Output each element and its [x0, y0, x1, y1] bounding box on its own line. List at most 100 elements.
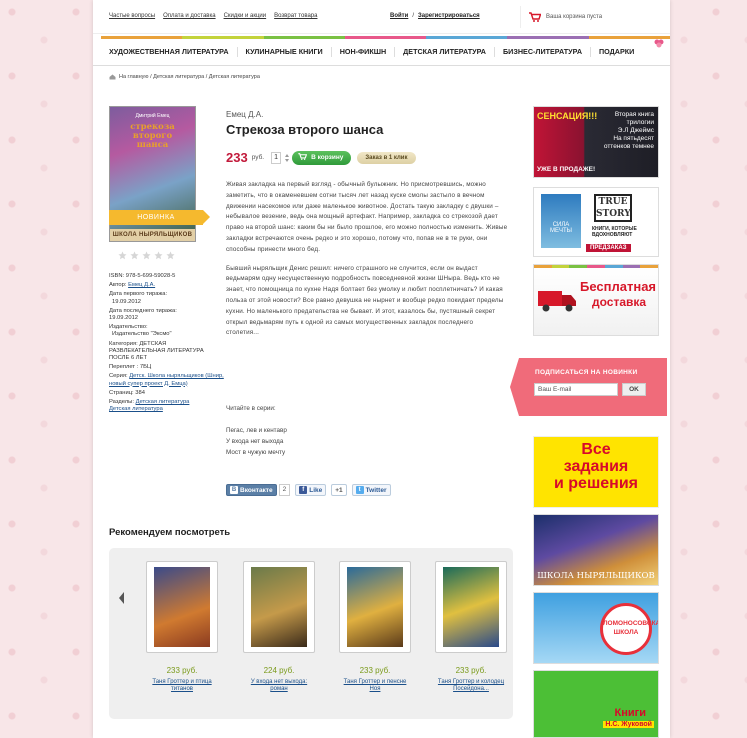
subscribe-box: ПОДПИСАТЬСЯ НА НОВИНКИ Ваш E-mail OK: [510, 358, 667, 416]
last-print-label: Дата последнего тиража:: [109, 307, 177, 314]
subscribe-label: ПОДПИСАТЬСЯ НА НОВИНКИ: [535, 369, 638, 376]
recommend-cover[interactable]: [243, 561, 315, 653]
series-list: Пегас, лев и кентавр У входа нет выхода …: [226, 426, 287, 458]
social-share: В Вконтакте 2 f Like +1 t Twitter: [226, 484, 391, 496]
quantity-stepper[interactable]: [284, 152, 289, 164]
cart-icon: [298, 153, 308, 162]
banner-divers-school[interactable]: ШКОЛА НЫРЯЛЬЩИКОВ: [533, 514, 659, 586]
zhukova-line-2: Н.С. Жуковой: [603, 721, 654, 728]
isbn: ISBN: 978-5-699-59028-5: [109, 273, 176, 279]
free-delivery-line-1: Бесплатная: [580, 279, 657, 294]
series-intro: Читайте в серии:: [226, 405, 276, 412]
twitter-label: Twitter: [365, 486, 387, 494]
recommend-cover[interactable]: [146, 561, 218, 653]
banner-true-story[interactable]: СИЛА МЕЧТЫ TRUE STORY КНИГИ, КОТОРЫЕ ВДОХ…: [533, 187, 659, 257]
star-icon[interactable]: [142, 251, 151, 260]
top-links: Частые вопросы Оплата и доставка Скидки …: [109, 13, 317, 19]
preorder-label: ПРЕДЗАКАЗ: [586, 244, 631, 252]
banner-zhukova-books[interactable]: Книги Н.С. Жуковой: [533, 670, 659, 738]
series-item: Мост в чужую мечту: [226, 448, 286, 456]
payment-delivery-link[interactable]: Оплата и доставка: [163, 13, 215, 19]
recommend-cover[interactable]: [339, 561, 411, 653]
carousel-prev-icon[interactable]: [119, 592, 124, 604]
price-currency: руб.: [251, 154, 265, 161]
page: Частые вопросы Оплата и доставка Скидки …: [93, 0, 670, 738]
true-story-line-1: TRUE: [598, 197, 628, 207]
banner-all-tasks[interactable]: Все задания и решения: [533, 436, 659, 508]
auth-separator: /: [412, 13, 414, 19]
recommend-link[interactable]: Таня Гроттер и колодец Посейдона...: [435, 679, 507, 693]
twitter-icon: t: [355, 486, 364, 494]
sections-link-2[interactable]: Детская литература: [109, 406, 163, 412]
banner-trilogy-title: На пятьдесят оттенков темнее: [603, 135, 654, 150]
banner-fifty-shades[interactable]: СЕНСАЦИЯ!!! Вторая книга трилогии Э.Л Дж…: [533, 106, 659, 178]
star-icon[interactable]: [118, 251, 127, 260]
vk-icon: В: [230, 486, 238, 494]
discounts-link[interactable]: Скидки и акции: [224, 13, 267, 19]
vk-share-button[interactable]: В Вконтакте: [226, 484, 277, 496]
gplus-label: +1: [335, 486, 343, 494]
fb-label: Like: [309, 486, 323, 494]
one-click-order-button[interactable]: Заказ в 1 клик: [357, 151, 416, 164]
recommend-link[interactable]: У входа нет выхода: роман: [243, 679, 315, 693]
cart-widget[interactable]: Ваша корзина пуста: [520, 6, 666, 28]
recommend-cover[interactable]: [435, 561, 507, 653]
banner-sensation: СЕНСАЦИЯ!!!: [537, 111, 598, 121]
top-bar: Частые вопросы Оплата и доставка Скидки …: [93, 0, 670, 34]
description-paragraph-2: Бывший ныряльщик Денис решил: ничего стр…: [226, 264, 504, 337]
binding: Переплет : 7БЦ: [109, 364, 152, 371]
series-item: У входа нет выхода: [226, 437, 284, 445]
login-link[interactable]: Войти: [390, 13, 408, 19]
divers-school-text: ШКОЛА НЫРЯЛЬЩИКОВ: [537, 571, 655, 581]
subscribe-ok-button[interactable]: OK: [622, 383, 646, 396]
recommend-item[interactable]: 233 руб. Таня Гроттер и птица титанов: [146, 561, 218, 693]
quantity-input[interactable]: 1: [271, 151, 282, 164]
banner-free-delivery[interactable]: Бесплатная доставка: [533, 264, 659, 336]
new-badge: НОВИНКА: [109, 210, 210, 225]
star-icon[interactable]: [154, 251, 163, 260]
main-nav: ХУДОЖЕСТВЕННАЯ ЛИТЕРАТУРА КУЛИНАРНЫЕ КНИ…: [93, 36, 670, 66]
publisher: Издательство "Эксмо": [112, 331, 172, 338]
recommend-price: 224 руб.: [263, 666, 295, 675]
nav-gifts[interactable]: ПОДАРКИ: [591, 47, 642, 57]
recommend-item[interactable]: 224 руб. У входа нет выхода: роман: [243, 561, 315, 693]
description-paragraph-1: Живая закладка на первый взгляд - обычны…: [226, 181, 508, 253]
vk-share-count: 2: [278, 484, 291, 496]
rating-stars[interactable]: [118, 251, 175, 260]
add-to-cart-button[interactable]: В корзину: [292, 150, 352, 165]
author-link[interactable]: Емец Д.А.: [128, 282, 155, 288]
nav-fiction[interactable]: ХУДОЖЕСТВЕННАЯ ЛИТЕРАТУРА: [101, 47, 238, 57]
nav-cooking[interactable]: КУЛИНАРНЫЕ КНИГИ: [238, 47, 332, 57]
author-label: Автор:: [109, 282, 127, 289]
nav-nonfiction[interactable]: НОН-ФИКШН: [332, 47, 396, 57]
breadcrumb-path[interactable]: На главную / Детская литература / Детска…: [119, 74, 260, 80]
sections-link-1[interactable]: Детская литература: [136, 399, 190, 405]
recommend-item[interactable]: 233 руб. Таня Гроттер и колодец Посейдон…: [435, 561, 507, 693]
truck-icon: [538, 287, 578, 313]
qty-up-icon[interactable]: [284, 153, 289, 157]
qty-down-icon[interactable]: [284, 158, 289, 162]
faq-link[interactable]: Частые вопросы: [109, 13, 155, 19]
facebook-like-button[interactable]: f Like: [295, 484, 327, 496]
recommend-link[interactable]: Таня Гроттер и пенсне Ноя: [339, 679, 411, 693]
home-icon[interactable]: [109, 74, 116, 80]
cover-footer: ШКОЛА НЫРЯЛЬЩИКОВ: [110, 229, 195, 241]
cover-author: Дмитрий Емец: [135, 113, 170, 119]
nav-children[interactable]: ДЕТСКАЯ ЛИТЕРАТУРА: [395, 47, 495, 57]
returns-link[interactable]: Возврат товара: [274, 13, 317, 19]
subscribe-email-input[interactable]: Ваш E-mail: [534, 383, 618, 396]
recommend-carousel: 233 руб. Таня Гроттер и птица титанов 22…: [109, 548, 513, 719]
star-icon[interactable]: [166, 251, 175, 260]
register-link[interactable]: Зарегистрироваться: [418, 13, 480, 19]
recommend-link[interactable]: Таня Гроттер и птица титанов: [146, 679, 218, 693]
true-story-line-2: STORY: [596, 209, 631, 219]
star-icon[interactable]: [130, 251, 139, 260]
banner-lomonosov-school[interactable]: ЛОМОНОСОВСКАЯ ШКОЛА: [533, 592, 659, 664]
sections-label: Разделы:: [109, 399, 134, 406]
gplus-button[interactable]: +1: [331, 484, 347, 496]
product-meta: ISBN: 978-5-699-59028-5 Автор: Емец Д.А.…: [109, 273, 224, 415]
banner-on-sale: УЖЕ В ПРОДАЖЕ!: [537, 166, 596, 173]
twitter-button[interactable]: t Twitter: [351, 484, 391, 496]
nav-business[interactable]: БИЗНЕС-ЛИТЕРАТУРА: [495, 47, 592, 57]
recommend-item[interactable]: 233 руб. Таня Гроттер и пенсне Ноя: [339, 561, 411, 693]
